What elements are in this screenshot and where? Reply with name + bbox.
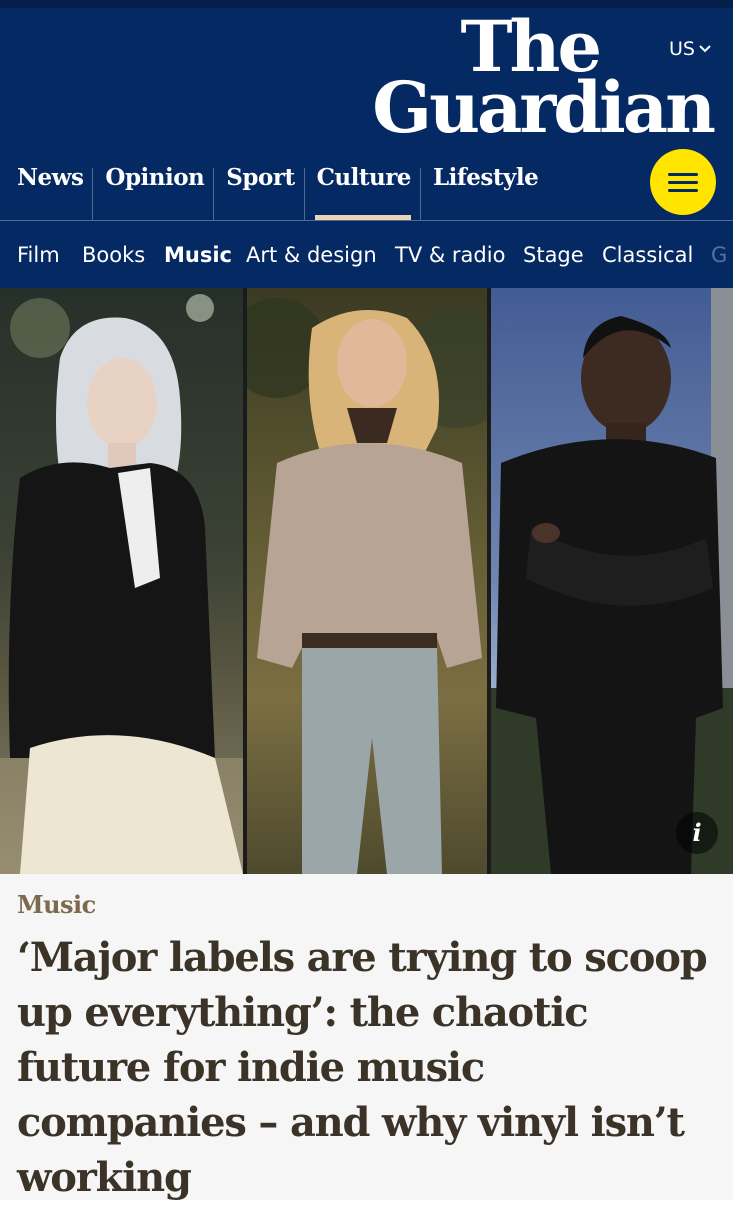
- pillar-lifestyle[interactable]: Lifestyle: [421, 158, 548, 214]
- pillar-label: Culture: [316, 164, 412, 191]
- hero-photo-right: [491, 288, 733, 874]
- pillar-label: News: [17, 164, 84, 191]
- pillar-label: Sport: [226, 164, 295, 191]
- pillar-culture[interactable]: Culture: [305, 158, 421, 220]
- hero-photo-left: [0, 288, 243, 874]
- subnav-item-tv-radio[interactable]: TV & radio: [395, 243, 505, 267]
- subnav-item-art-design[interactable]: Art & design: [246, 243, 377, 267]
- subnav-item-books[interactable]: Books: [82, 243, 145, 267]
- subnav-item-film[interactable]: Film: [17, 243, 60, 267]
- subnav-item-classical[interactable]: Classical: [602, 243, 693, 267]
- info-icon: i: [692, 818, 702, 847]
- pillar-label: Lifestyle: [432, 164, 539, 191]
- hero-photo-center: [247, 288, 487, 874]
- pillar-label: Opinion: [105, 164, 205, 191]
- subnav-item-truncated[interactable]: G: [711, 243, 727, 267]
- pillar-opinion[interactable]: Opinion: [93, 158, 215, 220]
- hero-image: [0, 288, 733, 874]
- menu-button[interactable]: [650, 149, 716, 215]
- subnav-item-music[interactable]: Music: [164, 243, 232, 267]
- guardian-logo[interactable]: The Guardian: [372, 12, 716, 149]
- header-bar: US The Guardian News Opinion Sport Cultu…: [0, 0, 733, 220]
- hamburger-icon-line: [668, 189, 698, 192]
- pillar-sport[interactable]: Sport: [214, 158, 305, 220]
- pillar-news[interactable]: News: [0, 158, 94, 220]
- logo-line-2: Guardian: [372, 66, 716, 149]
- image-info-button[interactable]: i: [676, 812, 718, 854]
- header-top-strip: [0, 0, 733, 8]
- article-kicker[interactable]: Music: [17, 890, 96, 919]
- subnav-item-stage[interactable]: Stage: [523, 243, 584, 267]
- article-headline: ‘Major labels are trying to scoop up eve…: [17, 934, 708, 1201]
- hamburger-icon: [668, 173, 698, 176]
- pillar-nav: News Opinion Sport Culture Lifestyle: [0, 158, 548, 220]
- article-header: Music ‘Major labels are trying to scoop …: [0, 874, 733, 1201]
- section-subnav: Film Books Music Art & design TV & radio…: [0, 220, 733, 288]
- hamburger-icon-line: [668, 181, 698, 184]
